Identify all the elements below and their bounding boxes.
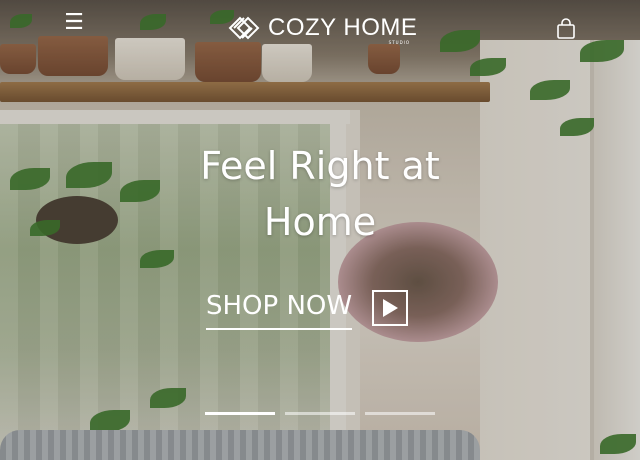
top-navigation: ☰ COZY HOME STUDIO bbox=[0, 0, 640, 54]
carousel-dot-1[interactable] bbox=[205, 412, 275, 415]
shopping-bag-icon[interactable] bbox=[555, 18, 577, 40]
hamburger-menu-icon[interactable]: ☰ bbox=[62, 12, 86, 36]
brand-logo[interactable]: COZY HOME STUDIO bbox=[228, 10, 418, 46]
shop-now-button[interactable]: SHOP NOW bbox=[206, 286, 409, 330]
play-icon[interactable] bbox=[372, 290, 409, 326]
carousel-indicators bbox=[205, 412, 445, 418]
brand-name: COZY HOME bbox=[268, 14, 418, 41]
brand-subtext: STUDIO bbox=[388, 40, 410, 45]
shop-now-label: SHOP NOW bbox=[206, 286, 353, 330]
carousel-dot-3[interactable] bbox=[365, 412, 435, 415]
play-triangle-icon bbox=[383, 299, 399, 317]
hero-headline: Feel Right at Home bbox=[160, 138, 480, 250]
headline-line-1: Feel Right at bbox=[200, 144, 440, 188]
headline-line-2: Home bbox=[263, 200, 377, 244]
carousel-dot-2[interactable] bbox=[285, 412, 355, 415]
diamond-logo-icon bbox=[228, 16, 260, 40]
